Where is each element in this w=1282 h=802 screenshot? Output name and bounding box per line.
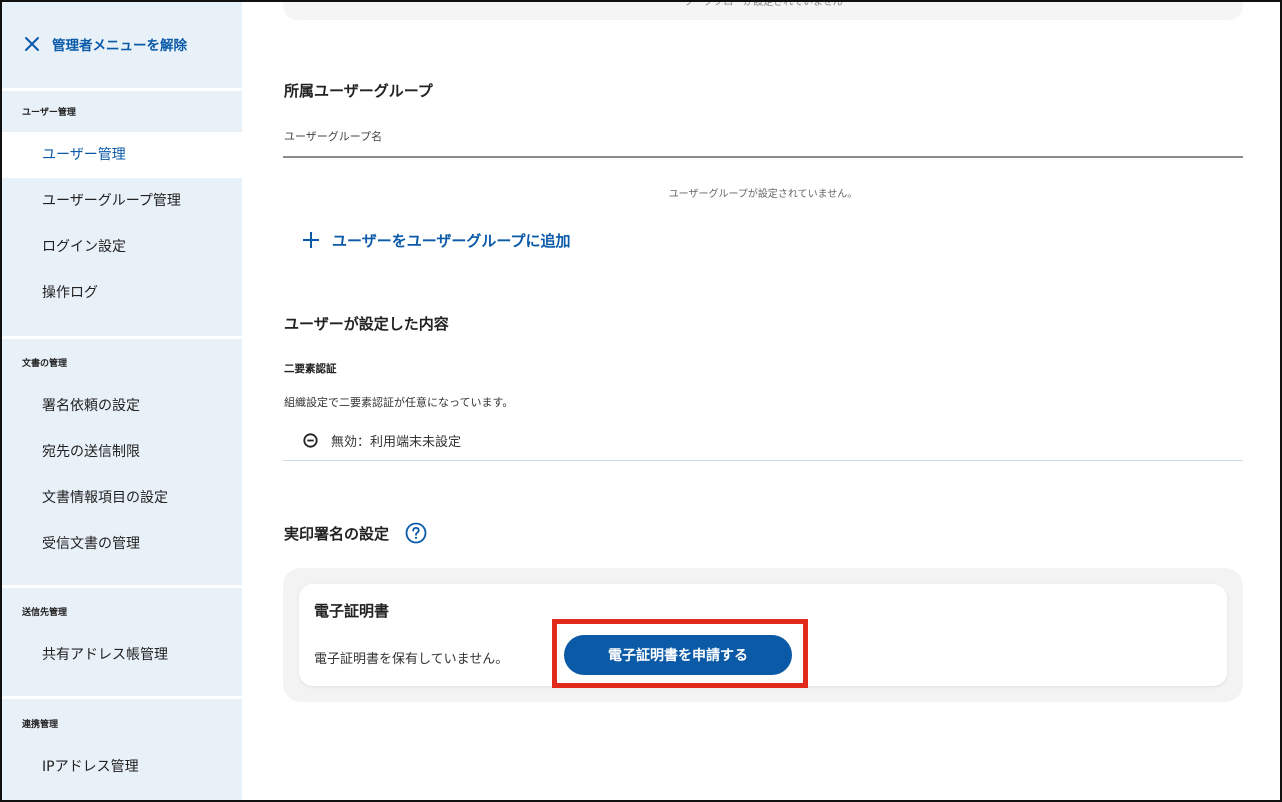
add-user-to-group-label: ユーザーをユーザーグループに追加: [332, 231, 571, 250]
sidebar-item-login-settings[interactable]: ログイン設定: [0, 224, 242, 270]
sidebar-item-operation-log[interactable]: 操作ログ: [0, 270, 242, 316]
sidebar-divider: [0, 696, 242, 699]
two-factor-description: 組織設定で二要素認証が任意になっています。: [284, 396, 514, 409]
workflow-empty-text: ワークフローが設定されていません: [683, 0, 843, 8]
sidebar-section-document-management: 文書の管理 署名依頼の設定 宛先の送信制限 文書情報項目の設定 受信文書の管理: [0, 355, 242, 567]
certificate-status: 電子証明書を保有していません。: [314, 652, 509, 667]
user-groups-empty-text: ユーザーグループが設定されていません。: [668, 189, 858, 200]
sidebar-section-heading: 文書の管理: [22, 359, 68, 369]
sidebar-divider: [0, 585, 242, 588]
table-header-divider: [283, 156, 1243, 158]
row-divider: [283, 460, 1243, 461]
two-factor-heading: 二要素認証: [284, 363, 337, 375]
sidebar-section-user-management: ユーザー管理 ユーザー管理 ユーザーグループ管理 ログイン設定 操作ログ: [0, 104, 242, 316]
exit-admin-menu-button[interactable]: 管理者メニューを解除: [0, 0, 242, 88]
sidebar: 管理者メニューを解除 ユーザー管理 ユーザー管理 ユーザーグループ管理 ログイン…: [0, 0, 242, 802]
sidebar-item-signature-request-settings[interactable]: 署名依頼の設定: [0, 383, 242, 429]
user-groups-title: 所属ユーザーグループ: [284, 82, 433, 100]
apply-certificate-button[interactable]: 電子証明書を申請する: [564, 635, 792, 675]
add-user-to-group-link[interactable]: ユーザーをユーザーグループに追加: [302, 228, 571, 252]
seal-signature-title: 実印署名の設定: [284, 525, 390, 543]
certificate-title: 電子証明書: [314, 602, 390, 620]
minus-circle-icon: [303, 433, 318, 448]
sidebar-item-user-management[interactable]: ユーザー管理: [0, 132, 242, 178]
user-settings-title: ユーザーが設定した内容: [284, 315, 449, 333]
workflow-card: ワークフローが設定されていません: [283, 0, 1243, 20]
plus-icon: [302, 231, 320, 249]
two-factor-status-text: 無効：利用端末未設定: [331, 435, 462, 450]
help-icon[interactable]: [405, 522, 427, 544]
sidebar-item-user-group-management[interactable]: ユーザーグループ管理: [0, 178, 242, 224]
sidebar-divider: [0, 336, 242, 339]
sidebar-section-heading: 送信先管理: [22, 608, 68, 618]
sidebar-item-ip-address-management[interactable]: IPアドレス管理: [0, 744, 242, 790]
sidebar-section-heading: 連携管理: [22, 720, 59, 730]
sidebar-item-received-documents[interactable]: 受信文書の管理: [0, 521, 242, 567]
sidebar-divider: [0, 88, 242, 91]
main-content: ワークフローが設定されていません 所属ユーザーグループ ユーザーグループ名 ユー…: [242, 0, 1282, 802]
sidebar-item-shared-address-book[interactable]: 共有アドレス帳管理: [0, 632, 242, 678]
sidebar-item-recipient-restrictions[interactable]: 宛先の送信制限: [0, 429, 242, 475]
exit-admin-label: 管理者メニューを解除: [52, 38, 187, 54]
sidebar-section-integration-management: 連携管理 IPアドレス管理: [0, 716, 242, 790]
sidebar-section-recipient-management: 送信先管理 共有アドレス帳管理: [0, 604, 242, 678]
sidebar-item-document-info-settings[interactable]: 文書情報項目の設定: [0, 475, 242, 521]
user-group-name-column-header: ユーザーグループ名: [284, 130, 383, 143]
sidebar-section-heading: ユーザー管理: [22, 108, 76, 118]
close-icon: [24, 36, 40, 52]
two-factor-status: 無効：利用端末未設定: [303, 431, 461, 450]
